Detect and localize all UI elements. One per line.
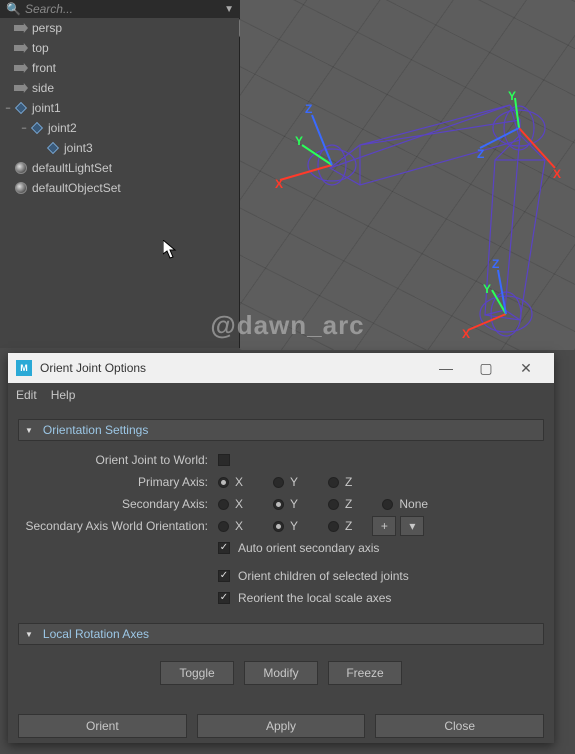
primary-x-radio[interactable]: X xyxy=(218,475,243,489)
orient-joint-dialog: M Orient Joint Options — ▢ ✕ Edit Help ▼… xyxy=(8,353,554,743)
close-button[interactable]: ✕ xyxy=(506,360,546,377)
section-title: Orientation Settings xyxy=(43,423,148,437)
close-dialog-button[interactable]: Close xyxy=(375,714,544,738)
svg-text:Y: Y xyxy=(483,282,491,296)
maximize-button[interactable]: ▢ xyxy=(466,360,506,377)
freeze-button[interactable]: Freeze xyxy=(328,661,402,685)
modify-button[interactable]: Modify xyxy=(244,661,318,685)
primary-z-radio[interactable]: Z xyxy=(328,475,352,489)
svg-text:Z: Z xyxy=(492,257,499,271)
svg-text:X: X xyxy=(462,327,470,341)
dialog-bottom-bar: Orient Apply Close xyxy=(8,709,554,743)
axis-z-label: Z xyxy=(305,102,312,116)
orientation-section-header[interactable]: ▼ Orientation Settings xyxy=(18,419,544,441)
secondary-z-radio[interactable]: Z xyxy=(328,497,352,511)
sw-z-radio[interactable]: Z xyxy=(328,519,352,533)
reorient-scale-checkbox[interactable]: Reorient the local scale axes xyxy=(218,591,391,605)
secondary-y-radio[interactable]: Y xyxy=(273,497,298,511)
orient-button[interactable]: Orient xyxy=(18,714,187,738)
chevron-down-icon: ▼ xyxy=(25,426,33,435)
section-title: Local Rotation Axes xyxy=(43,627,149,641)
secondary-none-radio[interactable]: None xyxy=(382,497,428,511)
menu-help[interactable]: Help xyxy=(51,388,76,402)
primary-y-radio[interactable]: Y xyxy=(273,475,298,489)
chevron-down-icon: ▼ xyxy=(25,630,33,639)
secondary-world-label: Secondary Axis World Orientation: xyxy=(18,519,218,533)
axis-x-label: X xyxy=(275,177,283,191)
minimize-button[interactable]: — xyxy=(426,360,466,376)
maya-icon: M xyxy=(16,360,32,376)
axis-y-label: Y xyxy=(295,134,303,148)
apply-button[interactable]: Apply xyxy=(197,714,366,738)
to-world-checkbox[interactable] xyxy=(218,454,230,466)
dialog-title: Orient Joint Options xyxy=(40,361,426,375)
local-rot-section-header[interactable]: ▼ Local Rotation Axes xyxy=(18,623,544,645)
sw-y-radio[interactable]: Y xyxy=(273,519,298,533)
skeleton-display: X Y Z X Y Z X Y Z xyxy=(0,10,575,350)
sw-x-radio[interactable]: X xyxy=(218,519,243,533)
auto-orient-checkbox[interactable]: Auto orient secondary axis xyxy=(218,541,379,555)
secondary-x-radio[interactable]: X xyxy=(218,497,243,511)
dialog-titlebar[interactable]: M Orient Joint Options — ▢ ✕ xyxy=(8,353,554,383)
primary-axis-label: Primary Axis: xyxy=(18,475,218,489)
mouse-cursor-icon xyxy=(163,240,179,260)
toggle-button[interactable]: Toggle xyxy=(160,661,234,685)
secondary-world-dropdown[interactable]: ▾ xyxy=(400,516,424,536)
svg-text:Y: Y xyxy=(508,89,516,103)
menu-edit[interactable]: Edit xyxy=(16,388,37,402)
dialog-menubar: Edit Help xyxy=(8,383,554,407)
secondary-axis-label: Secondary Axis: xyxy=(18,497,218,511)
viewport-panel[interactable]: X Y Z X Y Z X Y Z xyxy=(240,0,575,350)
orient-children-checkbox[interactable]: Orient children of selected joints xyxy=(218,569,409,583)
svg-text:Z: Z xyxy=(477,147,484,161)
to-world-label: Orient Joint to World: xyxy=(18,453,218,467)
svg-text:X: X xyxy=(553,167,561,181)
watermark-text: @dawn_arc xyxy=(210,310,364,341)
secondary-world-sign-button[interactable]: + xyxy=(372,516,396,536)
